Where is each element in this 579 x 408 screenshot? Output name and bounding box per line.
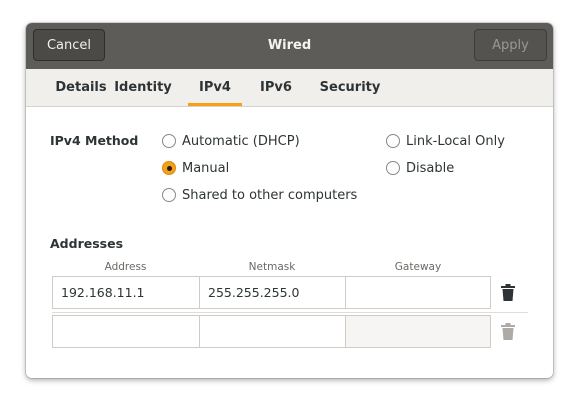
radio-button-icon xyxy=(162,134,176,148)
column-header-netmask: Netmask xyxy=(248,261,296,273)
netmask-input[interactable]: 255.255.255.0 xyxy=(199,276,346,309)
header-bar: Wired Cancel Apply xyxy=(26,23,553,69)
netmask-input[interactable] xyxy=(199,315,346,348)
cancel-button[interactable]: Cancel xyxy=(33,29,105,61)
radio-manual[interactable]: Manual xyxy=(162,159,229,177)
radio-disable[interactable]: Disable xyxy=(386,159,454,177)
address-input[interactable]: 192.168.11.1 xyxy=(52,276,200,309)
address-input[interactable] xyxy=(52,315,200,348)
radio-automatic-dhcp[interactable]: Automatic (DHCP) xyxy=(162,132,300,150)
radio-button-icon xyxy=(162,188,176,202)
radio-label: Disable xyxy=(406,160,455,176)
radio-link-local-only[interactable]: Link-Local Only xyxy=(386,132,505,150)
ipv4-method-label: IPv4 Method xyxy=(50,133,139,148)
radio-button-icon xyxy=(386,161,400,175)
column-header-address: Address xyxy=(104,261,147,273)
tab-ipv6[interactable]: IPv6 xyxy=(253,69,299,106)
radio-label: Automatic (DHCP) xyxy=(182,133,300,149)
radio-button-icon xyxy=(386,134,400,148)
row-divider xyxy=(52,312,528,313)
tab-ipv4[interactable]: IPv4 xyxy=(188,69,242,106)
addresses-label: Addresses xyxy=(50,236,124,251)
radio-label: Shared to other computers xyxy=(182,187,358,203)
trash-icon[interactable] xyxy=(500,323,516,341)
gateway-input[interactable] xyxy=(345,315,491,348)
radio-label: Link-Local Only xyxy=(406,133,505,149)
tab-security[interactable]: Security xyxy=(316,69,384,106)
radio-shared-to-other-computers[interactable]: Shared to other computers xyxy=(162,186,357,204)
tab-bar: Details Identity IPv4 IPv6 Security xyxy=(26,69,553,107)
apply-button[interactable]: Apply xyxy=(474,29,547,61)
trash-icon[interactable] xyxy=(500,284,516,302)
wired-settings-dialog: Wired Cancel Apply Details Identity IPv4… xyxy=(26,23,553,378)
radio-label: Manual xyxy=(182,160,230,176)
gateway-input[interactable] xyxy=(345,276,491,309)
column-header-gateway: Gateway xyxy=(394,261,442,273)
tab-identity[interactable]: Identity xyxy=(108,69,178,106)
radio-button-checked-icon xyxy=(162,161,176,175)
